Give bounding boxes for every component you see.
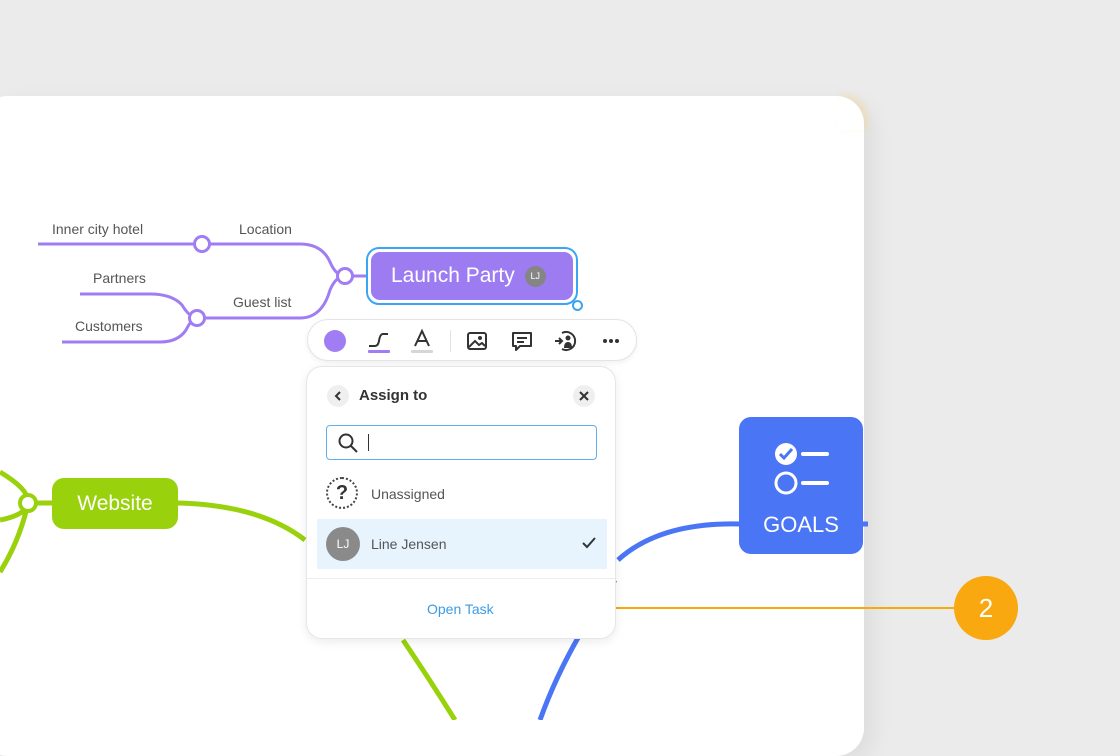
checklist-icon <box>774 443 829 495</box>
goals-node[interactable]: GOALS <box>739 417 863 554</box>
option-unassigned[interactable]: ? Unassigned <box>317 469 607 519</box>
image-icon[interactable] <box>464 328 490 354</box>
central-node-label: Launch Party <box>391 264 515 287</box>
goals-node-label: GOALS <box>763 512 839 537</box>
central-node[interactable]: Launch Party LJ <box>371 252 573 300</box>
close-icon <box>579 391 589 401</box>
option-label: Line Jensen <box>371 536 447 552</box>
assign-popup: Assign to ? Unassigned LJ Line Jensen Op… <box>306 366 616 639</box>
comment-icon[interactable] <box>509 328 535 354</box>
search-icon <box>338 433 358 453</box>
leaf-label-inner-city-hotel[interactable]: Inner city hotel <box>52 221 143 237</box>
back-button[interactable] <box>327 385 349 407</box>
option-label: Unassigned <box>371 486 445 502</box>
website-node[interactable]: Website <box>52 478 178 529</box>
callout-badge: 2 <box>954 576 1018 640</box>
branch-label-guest-list[interactable]: Guest list <box>233 294 291 310</box>
node-assignee-avatar: LJ <box>524 265 546 287</box>
color-swatch-icon[interactable] <box>322 328 348 354</box>
branch-label-location[interactable]: Location <box>239 221 292 237</box>
popup-title: Assign to <box>359 387 428 404</box>
popup-divider <box>307 578 615 579</box>
assignee-search-input[interactable] <box>326 425 597 460</box>
leaf-label-customers[interactable]: Customers <box>75 318 143 334</box>
resize-handle[interactable] <box>572 300 583 311</box>
close-button[interactable] <box>573 385 595 407</box>
node-toolbar <box>307 319 637 361</box>
option-line-jensen[interactable]: LJ Line Jensen <box>317 519 607 569</box>
central-node-selected[interactable]: Launch Party LJ <box>366 247 578 305</box>
text-style-icon[interactable] <box>409 328 435 354</box>
more-icon[interactable] <box>598 328 624 354</box>
open-task-link[interactable]: Open Task <box>427 601 494 617</box>
toolbar-divider <box>450 330 451 352</box>
checkmark-icon <box>582 537 596 549</box>
leaf-label-partners[interactable]: Partners <box>93 270 146 286</box>
text-caret <box>368 434 369 451</box>
website-node-label: Website <box>77 491 153 515</box>
avatar: LJ <box>326 527 360 561</box>
chevron-left-icon <box>334 391 341 401</box>
branch-style-icon[interactable] <box>366 328 392 354</box>
assign-icon[interactable] <box>553 328 579 354</box>
unassigned-icon: ? <box>326 477 358 509</box>
